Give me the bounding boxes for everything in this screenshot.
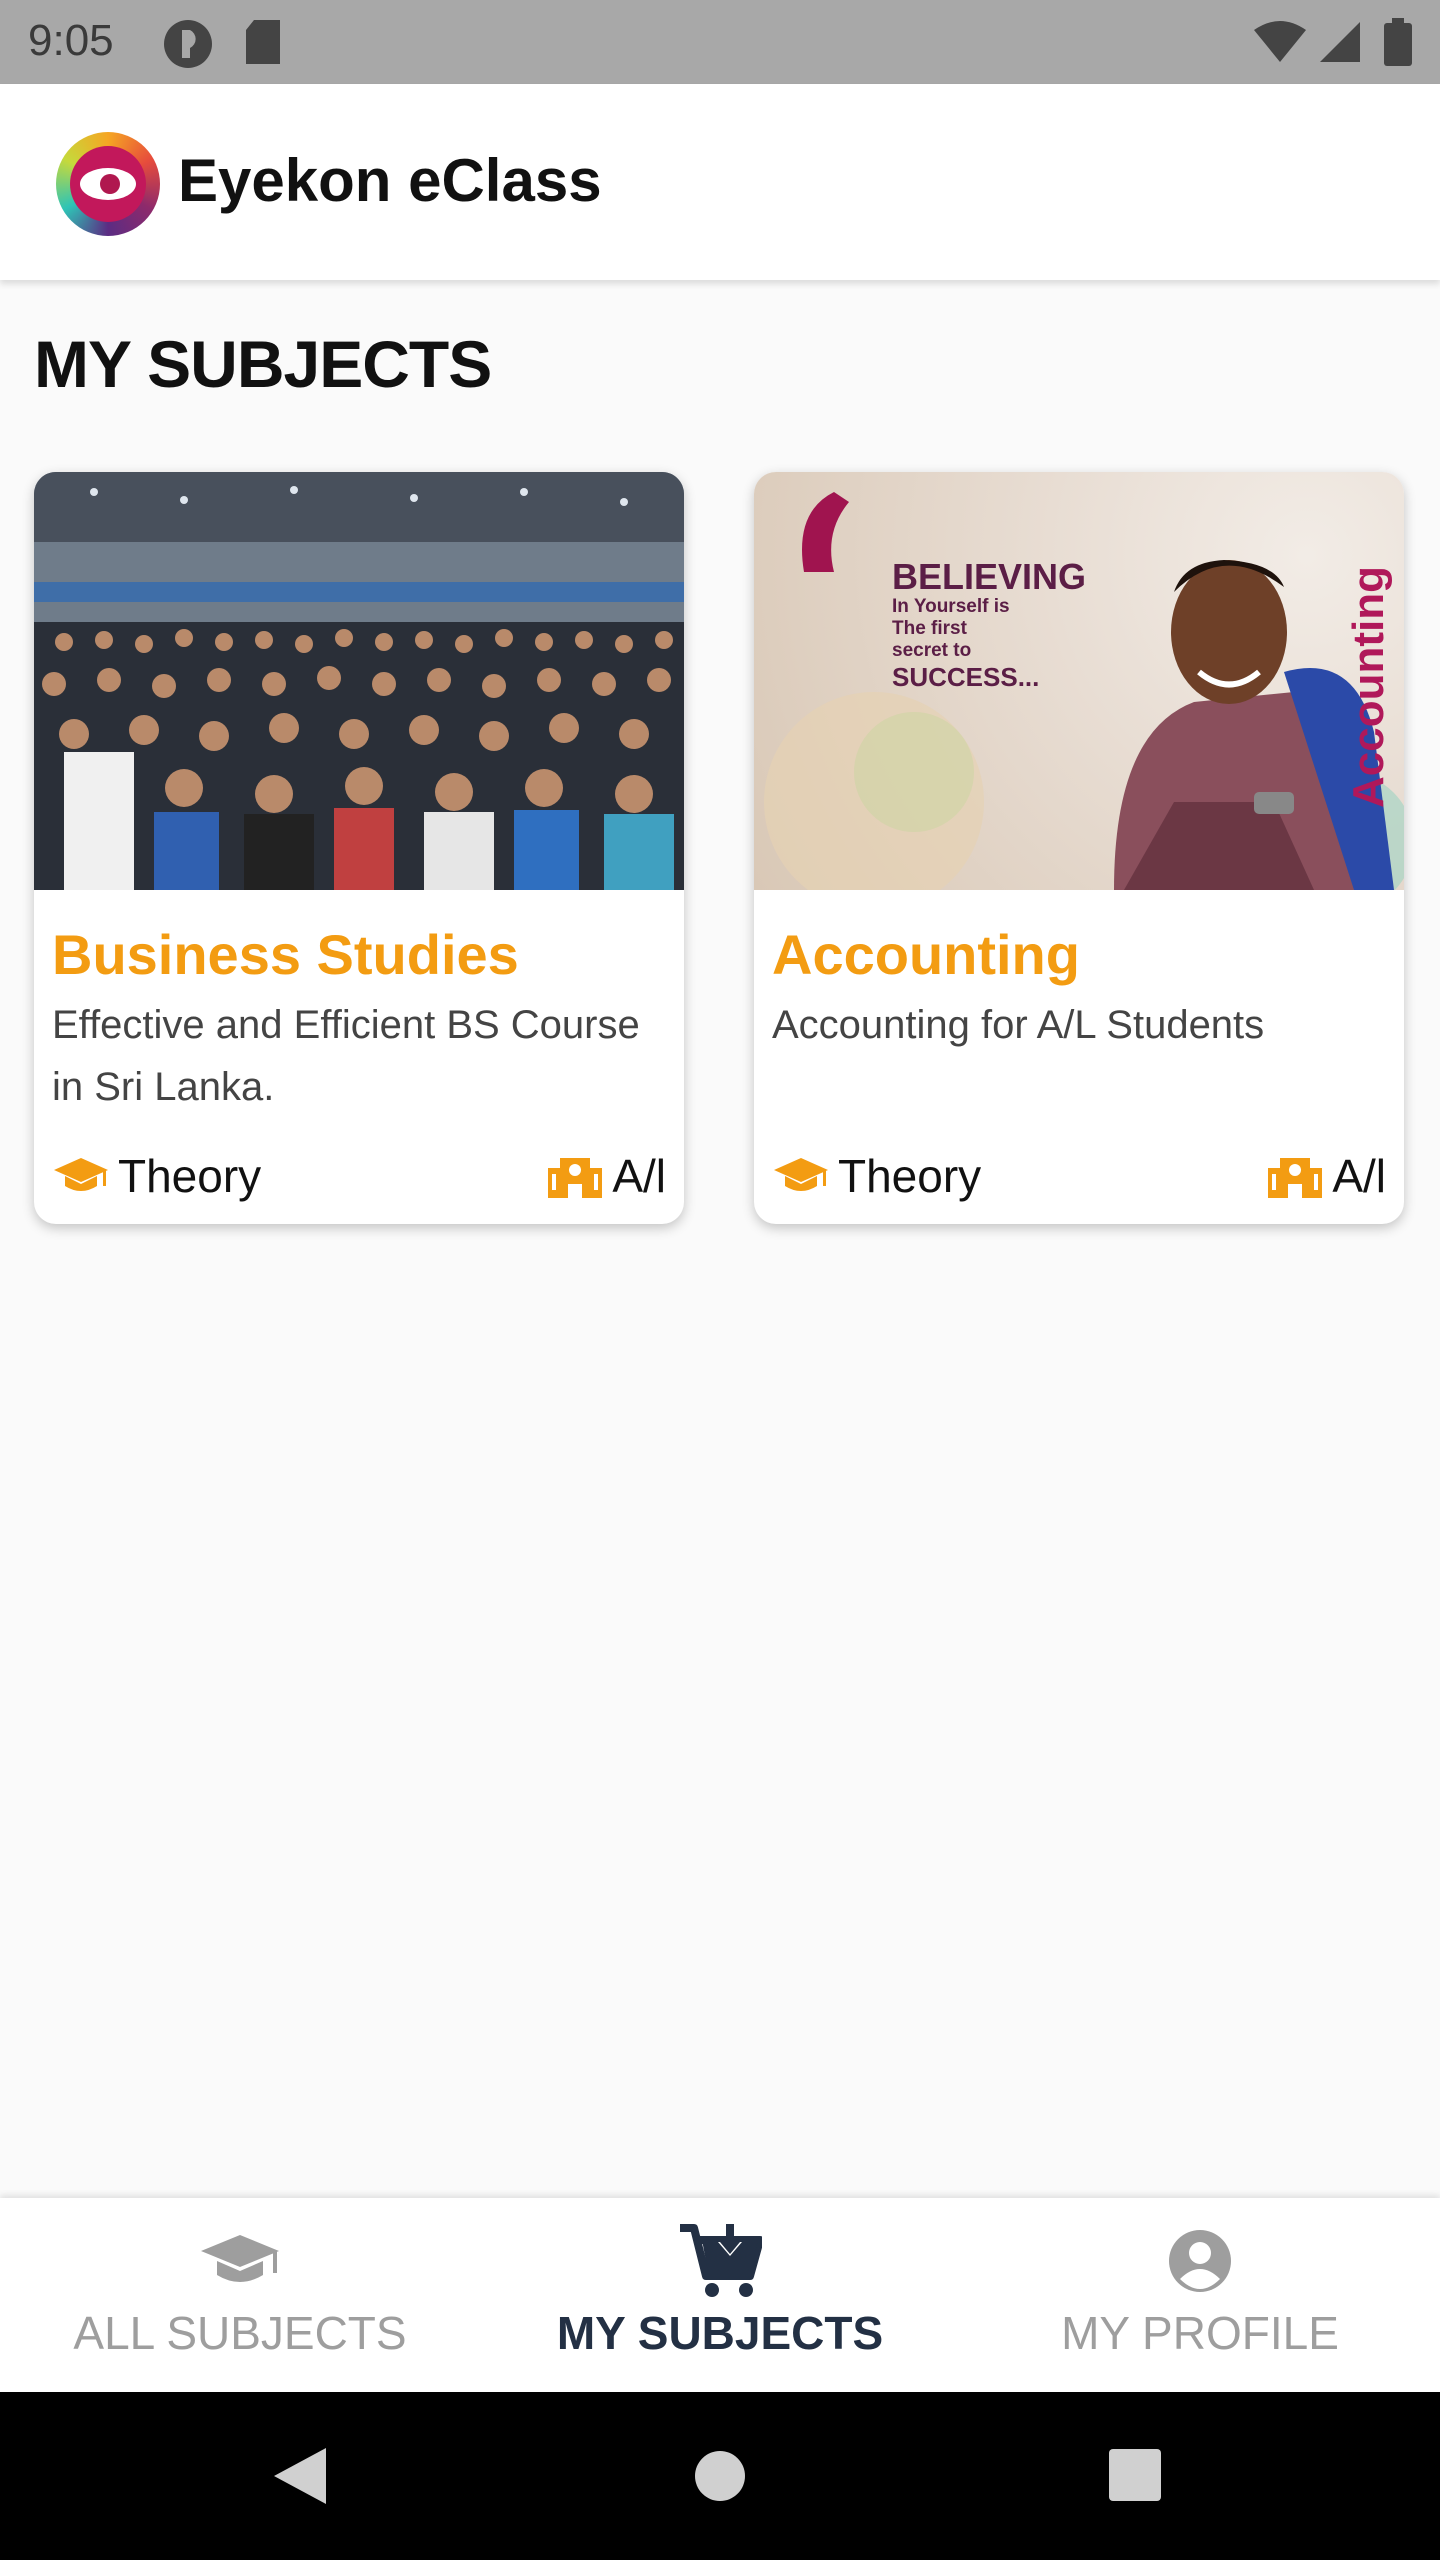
graduation-cap-icon: [774, 1158, 828, 1191]
cell-signal-icon: [1320, 22, 1360, 62]
image-line-3: secret to: [892, 640, 972, 661]
school-icon: [1268, 1158, 1323, 1198]
subject-card-business-studies[interactable]: Business Studies Effective and Efficient…: [34, 472, 684, 1224]
back-icon[interactable]: [272, 2446, 328, 2506]
subject-image-business-studies: [34, 472, 684, 890]
account-circle-icon: [1169, 2230, 1231, 2292]
subject-type: Theory: [772, 1148, 981, 1204]
subject-type: Theory: [52, 1148, 261, 1204]
subject-image-accounting: BELIEVING In Yourself is The first secre…: [754, 472, 1404, 890]
subject-description: Effective and Efficient BS Course in Sri…: [52, 1003, 640, 1109]
subject-title: Accounting: [772, 923, 1080, 986]
subject-card-accounting[interactable]: BELIEVING In Yourself is The first secre…: [754, 472, 1404, 1224]
cart-download-icon: [680, 2224, 762, 2297]
nav-label: ALL SUBJECTS: [73, 2307, 407, 2359]
wifi-icon: [1254, 21, 1306, 62]
subject-level-label: A/l: [1332, 1150, 1386, 1202]
app-logo: [56, 132, 160, 236]
subject-level-label: A/l: [612, 1150, 666, 1202]
bottom-navigation: ALL SUBJECTS MY SUBJECTS MY PROFILE: [0, 2198, 1440, 2392]
subject-type-label: Theory: [118, 1150, 262, 1202]
status-bar: 9:05: [0, 0, 1440, 84]
recents-icon[interactable]: [1108, 2448, 1162, 2502]
status-time: 9:05: [28, 16, 114, 65]
image-side-text: Accounting: [1344, 566, 1393, 808]
home-icon[interactable]: [694, 2450, 746, 2502]
nav-item-my-subjects[interactable]: MY SUBJECTS: [480, 2198, 960, 2392]
image-line-1: In Yourself is: [892, 596, 1010, 617]
school-icon: [548, 1158, 603, 1198]
subject-description: Accounting for A/L Students: [772, 1003, 1265, 1047]
page-title: MY SUBJECTS: [34, 327, 492, 401]
subject-type-label: Theory: [838, 1150, 982, 1202]
nav-label: MY PROFILE: [1061, 2307, 1339, 2359]
image-line-4: SUCCESS...: [892, 662, 1040, 692]
data-saver-icon: [164, 20, 212, 68]
subject-title: Business Studies: [52, 923, 519, 986]
app-title: Eyekon eClass: [178, 147, 602, 214]
nav-item-all-subjects[interactable]: ALL SUBJECTS: [0, 2198, 480, 2392]
image-headline: BELIEVING: [892, 556, 1087, 597]
system-navigation-bar: [0, 2392, 1440, 2560]
graduation-cap-icon: [201, 2235, 279, 2282]
subject-level: A/l: [1266, 1148, 1386, 1204]
image-line-2: The first: [892, 618, 967, 639]
subject-level: A/l: [546, 1148, 666, 1204]
battery-icon: [1384, 18, 1412, 66]
graduation-cap-icon: [54, 1158, 108, 1191]
nav-label: MY SUBJECTS: [556, 2307, 884, 2359]
sd-card-icon: [246, 20, 280, 64]
app-bar: Eyekon eClass: [0, 84, 1440, 280]
nav-item-my-profile[interactable]: MY PROFILE: [960, 2198, 1440, 2392]
